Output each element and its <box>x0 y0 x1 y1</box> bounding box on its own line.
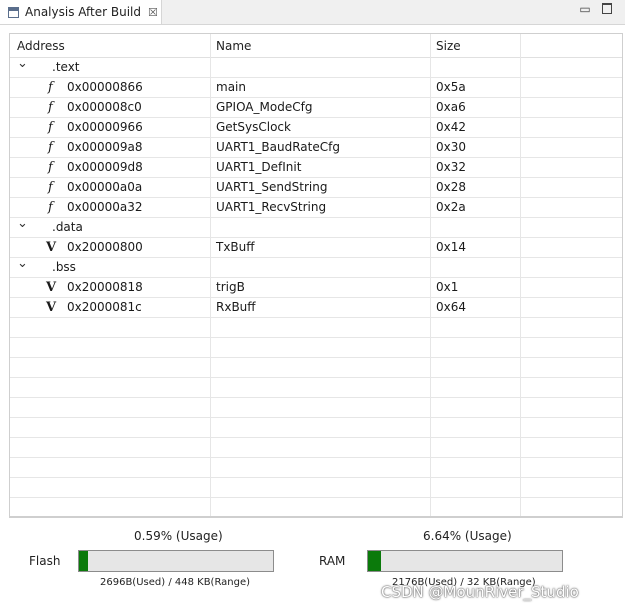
function-icon: f <box>48 120 53 135</box>
flash-usage-bar <box>78 550 274 572</box>
table-row[interactable]: f 0x000009a8 UART1_BaudRateCfg 0x30 <box>10 138 622 158</box>
name-cell: UART1_DefInit <box>216 160 302 174</box>
flash-label: Flash <box>29 554 61 568</box>
flash-range-text: 2696B(Used) / 448 KB(Range) <box>100 577 251 588</box>
size-cell: 0x1 <box>436 280 459 294</box>
empty-row <box>10 418 622 438</box>
empty-row <box>10 338 622 358</box>
tree-section-row[interactable]: ⌄ .text <box>10 57 622 78</box>
address-cell: 0x20000818 <box>67 280 143 294</box>
section-label: .text <box>52 60 80 74</box>
column-header-size[interactable]: Size <box>436 34 461 58</box>
function-icon: f <box>48 180 53 195</box>
size-cell: 0x5a <box>436 80 466 94</box>
address-cell: 0x00000a0a <box>67 180 143 194</box>
chevron-down-icon[interactable]: ⌄ <box>17 257 28 277</box>
column-header-address[interactable]: Address <box>17 34 65 58</box>
variable-icon: V <box>46 300 57 315</box>
empty-row <box>10 378 622 398</box>
view-tab-bar: Analysis After Build ☒ ▭ <box>0 0 625 25</box>
name-cell: main <box>216 80 246 94</box>
function-icon: f <box>48 200 53 215</box>
address-cell: 0x20000800 <box>67 240 143 254</box>
function-icon: f <box>48 80 53 95</box>
name-cell: TxBuff <box>216 240 255 254</box>
size-cell: 0x14 <box>436 240 467 254</box>
size-cell: 0x30 <box>436 140 467 154</box>
variable-icon: V <box>46 280 57 295</box>
size-cell: 0x42 <box>436 120 467 134</box>
name-cell: trigB <box>216 280 245 294</box>
watermark: CSDN @MounRiver_Studio <box>381 583 579 601</box>
empty-row <box>10 318 622 338</box>
ram-usage-bar <box>367 550 563 572</box>
close-icon[interactable]: ☒ <box>148 6 158 19</box>
function-icon: f <box>48 160 53 175</box>
maximize-icon[interactable] <box>600 3 614 17</box>
table-row[interactable]: f 0x000008c0 GPIOA_ModeCfg 0xa6 <box>10 98 622 118</box>
address-cell: 0x00000a32 <box>67 200 143 214</box>
size-cell: 0x2a <box>436 200 466 214</box>
table-row[interactable]: f 0x00000a32 UART1_RecvString 0x2a <box>10 198 622 218</box>
address-cell: 0x000008c0 <box>67 100 142 114</box>
address-cell: 0x000009d8 <box>67 160 143 174</box>
function-icon: f <box>48 100 53 115</box>
flash-usage-percent: 0.59% (Usage) <box>134 529 223 543</box>
column-divider[interactable] <box>430 34 431 516</box>
name-cell: GPIOA_ModeCfg <box>216 100 313 114</box>
address-cell: 0x00000966 <box>67 120 143 134</box>
function-icon: f <box>48 140 53 155</box>
chevron-down-icon[interactable]: ⌄ <box>17 57 28 77</box>
section-label: .bss <box>52 260 76 274</box>
variable-icon: V <box>46 240 57 255</box>
address-cell: 0x2000081c <box>67 300 142 314</box>
empty-row <box>10 458 622 478</box>
view-window-icon <box>8 6 19 18</box>
empty-row <box>10 398 622 418</box>
table-row[interactable]: f 0x00000866 main 0x5a <box>10 78 622 98</box>
table-row[interactable]: f 0x000009d8 UART1_DefInit 0x32 <box>10 158 622 178</box>
name-cell: UART1_BaudRateCfg <box>216 140 340 154</box>
column-divider[interactable] <box>210 34 211 516</box>
table-header: Address Name Size <box>10 34 622 58</box>
empty-row <box>10 478 622 498</box>
empty-row <box>10 498 622 516</box>
ram-usage-fill <box>368 551 381 571</box>
name-cell: GetSysClock <box>216 120 291 134</box>
empty-row <box>10 358 622 378</box>
empty-row <box>10 438 622 458</box>
column-header-name[interactable]: Name <box>216 34 251 58</box>
name-cell: UART1_SendString <box>216 180 328 194</box>
ram-label: RAM <box>319 554 346 568</box>
flash-usage-fill <box>79 551 88 571</box>
size-cell: 0x64 <box>436 300 467 314</box>
tree-section-row[interactable]: ⌄ .bss <box>10 257 622 278</box>
analysis-tab[interactable]: Analysis After Build ☒ <box>0 0 162 24</box>
column-divider[interactable] <box>520 34 521 516</box>
name-cell: UART1_RecvString <box>216 200 327 214</box>
ram-usage-percent: 6.64% (Usage) <box>423 529 512 543</box>
tab-title: Analysis After Build <box>25 5 142 19</box>
table-row[interactable]: V 0x20000800 TxBuff 0x14 <box>10 238 622 258</box>
symbol-tree-table[interactable]: Address Name Size ⌄ .text f 0x00000866 main 0… <box>9 33 623 517</box>
address-cell: 0x00000866 <box>67 80 143 94</box>
size-cell: 0x28 <box>436 180 467 194</box>
chevron-down-icon[interactable]: ⌄ <box>17 217 28 237</box>
section-label: .data <box>52 220 83 234</box>
table-row[interactable]: V 0x2000081c RxBuff 0x64 <box>10 298 622 318</box>
tree-section-row[interactable]: ⌄ .data <box>10 217 622 238</box>
size-cell: 0x32 <box>436 160 467 174</box>
minimize-icon[interactable]: ▭ <box>578 3 592 17</box>
size-cell: 0xa6 <box>436 100 466 114</box>
address-cell: 0x000009a8 <box>67 140 143 154</box>
table-row[interactable]: f 0x00000966 GetSysClock 0x42 <box>10 118 622 138</box>
table-row[interactable]: V 0x20000818 trigB 0x1 <box>10 278 622 298</box>
table-row[interactable]: f 0x00000a0a UART1_SendString 0x28 <box>10 178 622 198</box>
name-cell: RxBuff <box>216 300 256 314</box>
